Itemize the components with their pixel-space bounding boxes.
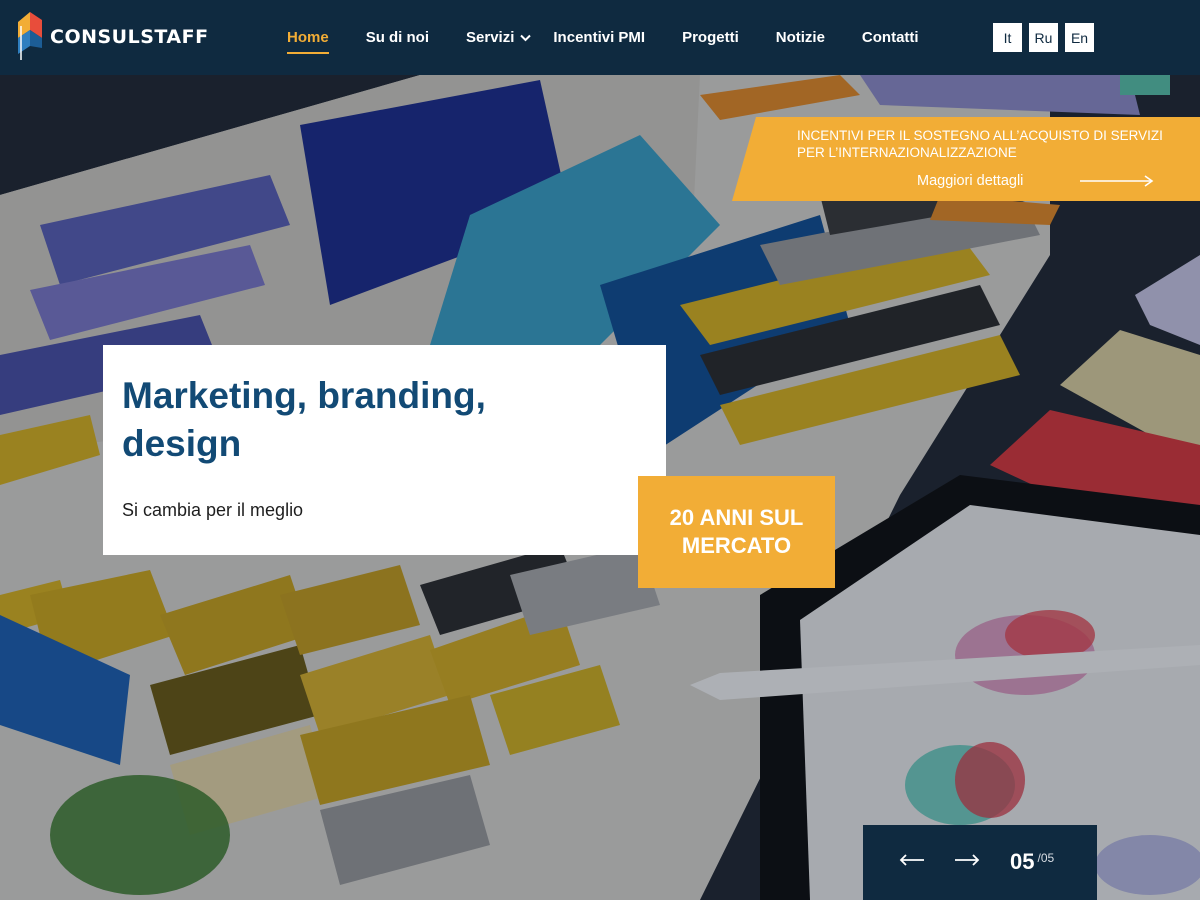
years-badge-text: 20 ANNI SUL MERCATO <box>669 505 804 558</box>
chevron-down-icon <box>520 34 532 41</box>
language-switcher: It Ru En <box>993 23 1101 52</box>
promo-title: INCENTIVI PER IL SOSTEGNO ALL’ACQUISTO D… <box>797 128 1163 160</box>
nav-item-incentivi-pmi[interactable]: Incentivi PMI <box>553 29 645 46</box>
logo-text: CONSULSTAFF <box>50 26 209 48</box>
slide-caption-card: Marketing, branding, design Si cambia pe… <box>103 345 666 555</box>
nav-item-su-di-noi[interactable]: Su di noi <box>366 29 429 46</box>
lang-button-en[interactable]: En <box>1065 23 1094 52</box>
nav-item-servizi-label: Servizi <box>466 29 515 46</box>
slide-counter: 05 /05 <box>1010 849 1054 875</box>
slide-counter-total: /05 <box>1037 851 1055 865</box>
nav-item-home[interactable]: Home <box>287 29 329 54</box>
slider-controls: 05 /05 <box>863 825 1097 900</box>
hero-slider: INCENTIVI PER IL SOSTEGNO ALL’ACQUISTO D… <box>0 75 1200 900</box>
lang-button-ru[interactable]: Ru <box>1029 23 1058 52</box>
nav-item-notizie[interactable]: Notizie <box>776 29 825 46</box>
slide-title: Marketing, branding, design <box>122 375 486 464</box>
nav-item-contatti[interactable]: Contatti <box>862 29 919 46</box>
logo-icon <box>18 12 42 60</box>
arrow-left-icon[interactable] <box>899 853 925 867</box>
lang-button-it[interactable]: It <box>993 23 1022 52</box>
nav-item-progetti[interactable]: Progetti <box>682 29 739 46</box>
slide-counter-current: 05 <box>1010 849 1035 874</box>
slide-subtitle: Si cambia per il meglio <box>122 500 304 520</box>
promo-details-link[interactable]: Maggiori dettagli <box>917 173 1023 189</box>
nav-item-servizi[interactable]: Servizi <box>466 29 532 46</box>
logo[interactable]: CONSULSTAFF <box>18 12 209 62</box>
arrow-right-icon[interactable] <box>1080 175 1154 187</box>
main-nav: Home Su di noi Servizi Incentivi PMI Pro… <box>287 0 956 75</box>
promo-banner[interactable]: INCENTIVI PER IL SOSTEGNO ALL’ACQUISTO D… <box>732 117 1200 201</box>
site-header: CONSULSTAFF Home Su di noi Servizi Incen… <box>0 0 1200 75</box>
years-badge: 20 ANNI SUL MERCATO <box>638 476 835 588</box>
arrow-right-icon[interactable] <box>954 853 980 867</box>
